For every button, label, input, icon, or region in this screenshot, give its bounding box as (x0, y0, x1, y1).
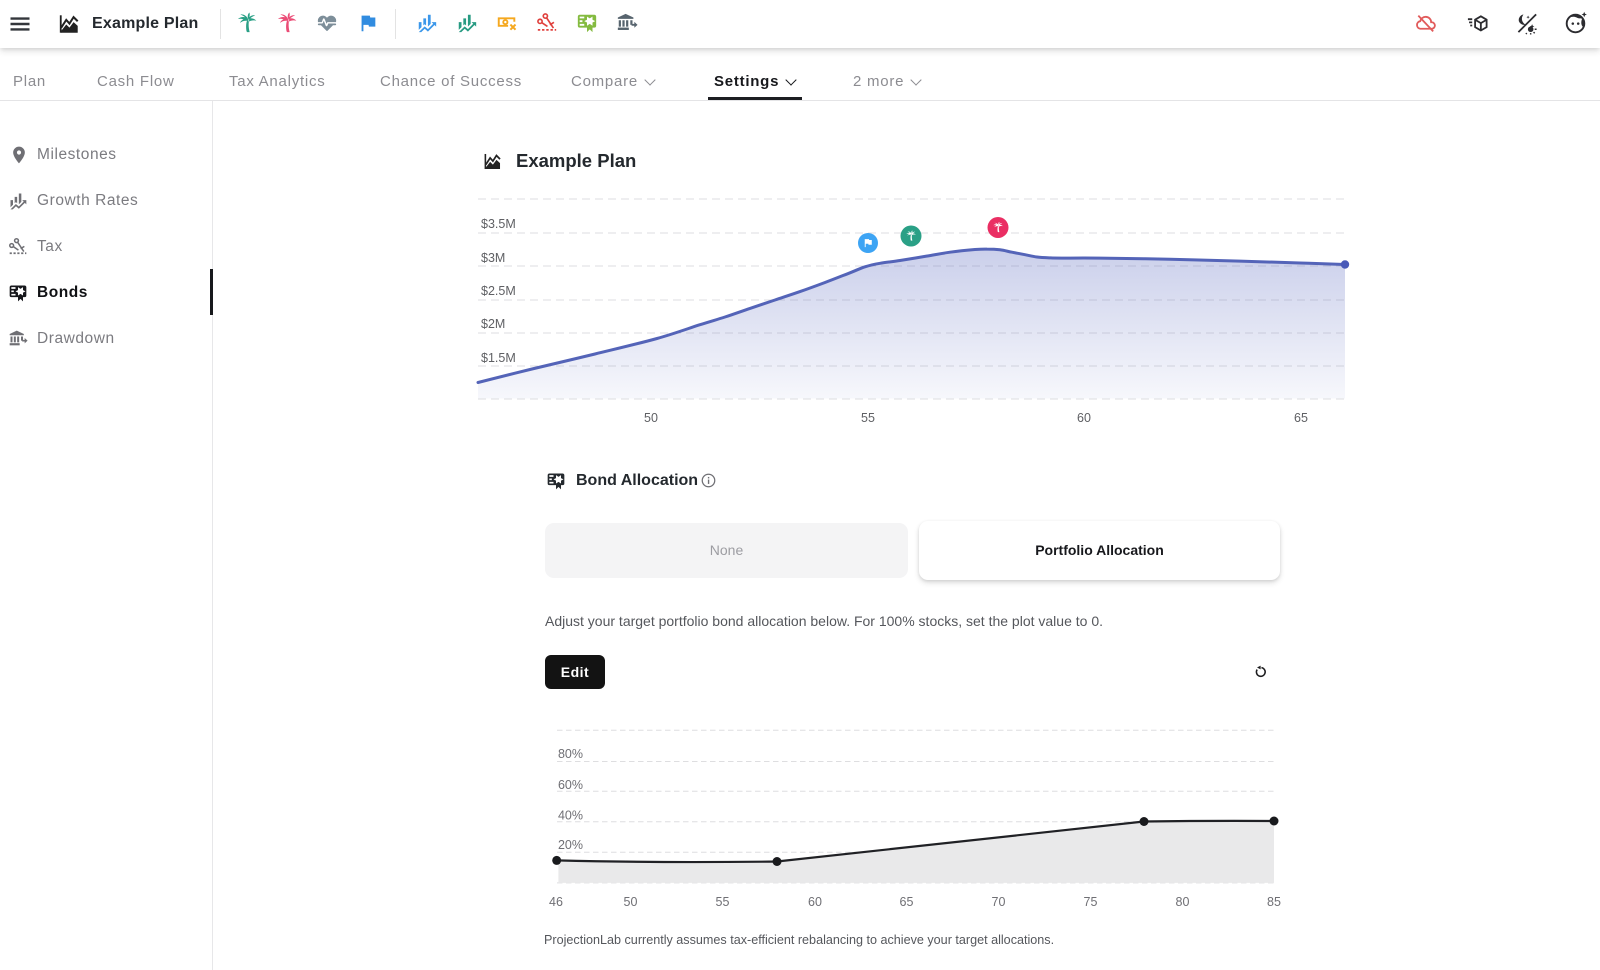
svg-text:$3.5M: $3.5M (481, 217, 516, 231)
svg-text:46: 46 (549, 895, 563, 909)
svg-text:75: 75 (1084, 895, 1098, 909)
svg-text:60%: 60% (558, 778, 583, 792)
svg-text:60: 60 (1077, 411, 1091, 425)
svg-text:20%: 20% (558, 838, 583, 852)
svg-text:80%: 80% (558, 747, 583, 761)
svg-text:85: 85 (1267, 895, 1281, 909)
svg-text:55: 55 (861, 411, 875, 425)
svg-text:60: 60 (808, 895, 822, 909)
svg-text:70: 70 (992, 895, 1006, 909)
svg-text:65: 65 (900, 895, 914, 909)
svg-text:50: 50 (644, 411, 658, 425)
svg-text:65: 65 (1294, 411, 1308, 425)
svg-text:$2M: $2M (481, 317, 505, 331)
svg-text:50: 50 (624, 895, 638, 909)
svg-text:80: 80 (1176, 895, 1190, 909)
svg-text:$1.5M: $1.5M (481, 351, 516, 365)
svg-text:40%: 40% (558, 808, 583, 822)
svg-text:55: 55 (716, 895, 730, 909)
svg-text:$2.5M: $2.5M (481, 284, 516, 298)
svg-text:$3M: $3M (481, 251, 505, 265)
